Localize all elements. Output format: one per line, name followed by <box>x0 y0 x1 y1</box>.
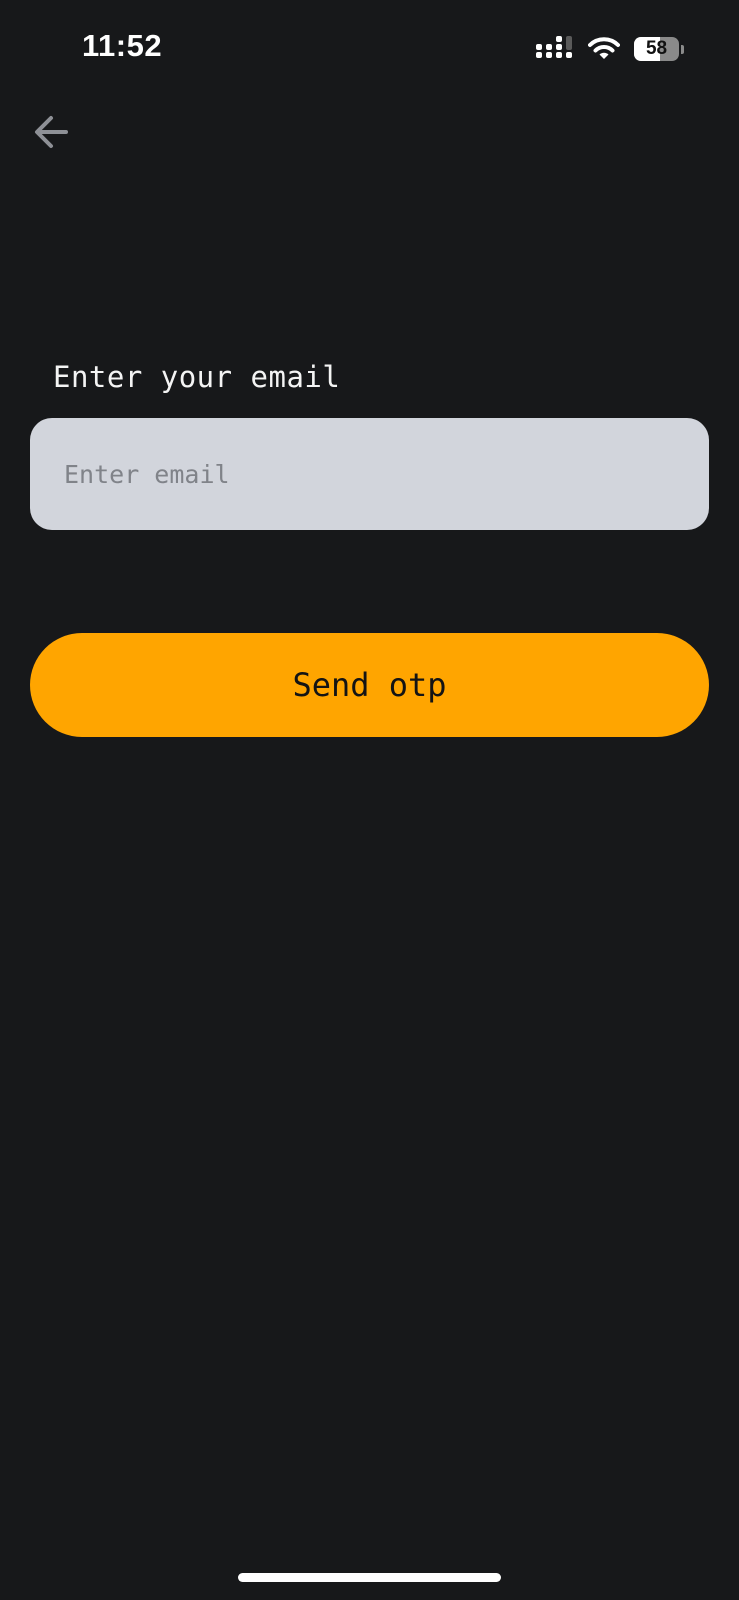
email-label: Enter your email <box>53 360 341 394</box>
status-time: 11:52 <box>82 28 163 63</box>
battery-level: 58 <box>645 38 668 59</box>
send-otp-label: Send otp <box>292 666 447 704</box>
email-input[interactable] <box>30 418 709 530</box>
back-button[interactable] <box>30 110 74 154</box>
status-icons: 58 <box>536 34 684 64</box>
arrow-left-icon <box>35 116 68 148</box>
send-otp-button[interactable]: Send otp <box>30 633 709 737</box>
battery-icon: 58 <box>634 36 684 62</box>
home-indicator <box>238 1573 501 1582</box>
cellular-signal-icon <box>536 36 572 58</box>
battery-body: 58 <box>634 37 680 61</box>
wifi-icon <box>588 37 620 59</box>
battery-cap <box>681 44 684 54</box>
status-bar: 11:52 58 <box>0 0 739 100</box>
